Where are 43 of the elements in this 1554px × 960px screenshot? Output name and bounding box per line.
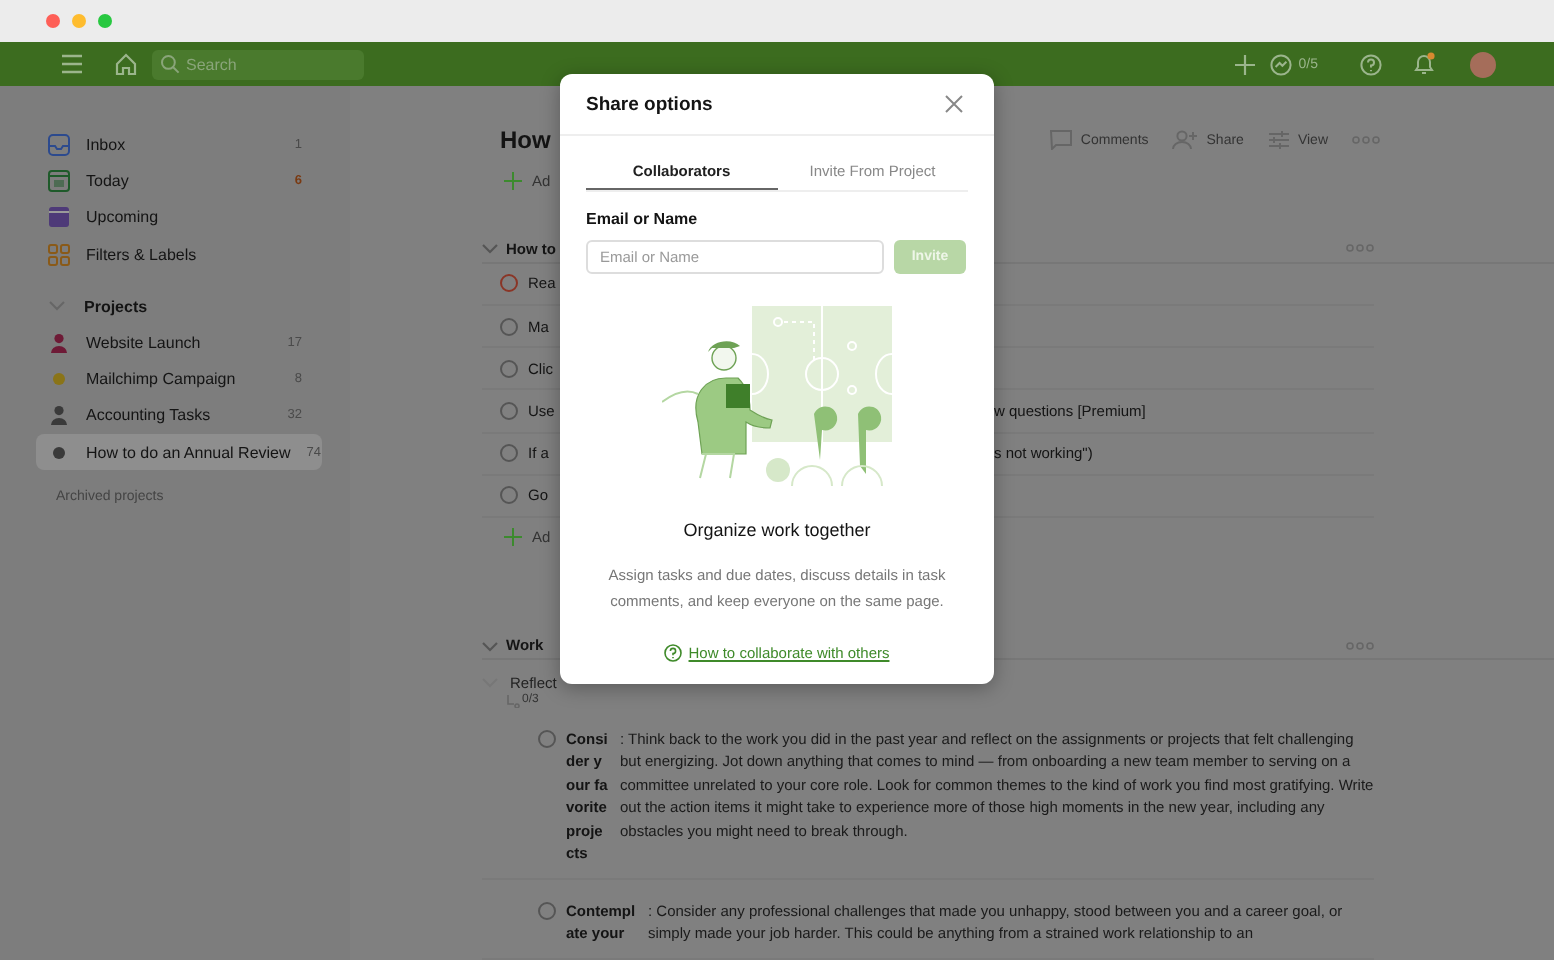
task-checkbox[interactable]	[538, 729, 556, 748]
add-icon[interactable]	[1234, 53, 1257, 75]
sidebar-item[interactable]: Upcoming	[36, 199, 322, 236]
menu-icon[interactable]	[60, 54, 84, 74]
minimize-window-icon[interactable]	[72, 14, 86, 28]
dialog-title: Share options	[586, 93, 713, 115]
sliders-icon	[1267, 130, 1290, 150]
task-checkbox[interactable]	[538, 901, 556, 920]
grid-icon	[48, 243, 70, 266]
calendar-icon	[48, 169, 70, 192]
task-checkbox[interactable]	[500, 402, 518, 421]
sidebar-item[interactable]: Filters & Labels	[36, 235, 322, 273]
inbox-icon	[48, 133, 70, 156]
field-label: Email or Name	[586, 210, 700, 228]
chevron-icon[interactable]	[482, 240, 498, 257]
trend-circle-icon	[1270, 53, 1293, 75]
calendar-icon	[48, 206, 70, 229]
projects-heading: Projects	[84, 297, 148, 316]
subtask-icon	[506, 693, 520, 708]
maximize-window-icon[interactable]	[98, 14, 112, 28]
home-icon[interactable]	[114, 52, 138, 76]
add-person-icon	[1172, 130, 1199, 150]
project-title: How	[500, 126, 551, 154]
task-checkbox[interactable]	[500, 274, 518, 293]
search-field[interactable]: Search	[152, 49, 364, 79]
chevron-icon[interactable]	[482, 637, 498, 654]
help-icon[interactable]	[1360, 53, 1382, 75]
task-checkbox[interactable]	[500, 486, 518, 505]
task-checkbox[interactable]	[500, 359, 518, 378]
dialog-heading: Organize work together	[681, 520, 873, 540]
close-window-icon[interactable]	[46, 14, 60, 28]
avatar[interactable]	[1470, 51, 1496, 77]
more-icon[interactable]	[1346, 641, 1374, 650]
search-icon	[160, 54, 180, 74]
task-checkbox[interactable]	[500, 317, 518, 336]
task-checkbox[interactable]	[500, 444, 518, 463]
close-icon[interactable]	[944, 94, 964, 114]
comment-icon	[1050, 130, 1073, 150]
bell-icon[interactable]	[1412, 52, 1436, 76]
plus-icon	[504, 172, 522, 190]
help-icon	[664, 644, 683, 662]
more-icon[interactable]	[1346, 244, 1374, 253]
plus-icon	[504, 528, 522, 547]
